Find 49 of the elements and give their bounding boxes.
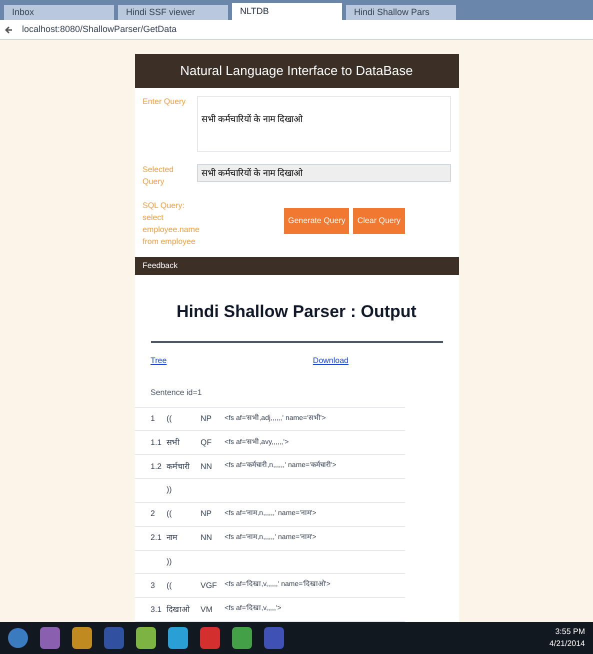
table-cell-text: कर्मचारी bbox=[166, 460, 191, 473]
browser-tab[interactable]: Hindi SSF viewer bbox=[118, 5, 228, 20]
query-input-field[interactable]: सभी कर्मचारियों के नाम दिखाओ bbox=[196, 96, 450, 152]
table-cell-text: NP bbox=[200, 413, 213, 426]
app-title: Natural Language Interface to DataBase bbox=[180, 62, 413, 80]
table-cell-text: 1.2 bbox=[150, 460, 163, 473]
table-cell-text: VM bbox=[200, 604, 214, 616]
browser-tab[interactable]: Hindi Shallow Pars bbox=[346, 5, 456, 20]
start-orb-icon[interactable] bbox=[8, 628, 28, 648]
sql-query-text: SQL Query: select employee.name from employee bbox=[142, 200, 198, 248]
output-link[interactable]: Download bbox=[312, 354, 348, 367]
table-cell-text: (( bbox=[166, 580, 173, 592]
taskbar-app-icon[interactable] bbox=[72, 627, 92, 649]
table-cell-text: NN bbox=[200, 460, 214, 473]
taskbar-app-icon[interactable] bbox=[168, 627, 188, 649]
table-cell-text: (( bbox=[166, 413, 173, 426]
table-cell-text: )) bbox=[166, 484, 173, 496]
output-link[interactable]: Tree bbox=[150, 354, 167, 367]
table-cell-text: 3.1 bbox=[150, 604, 163, 616]
back-arrow-icon[interactable] bbox=[4, 24, 14, 34]
taskbar-app-icon[interactable] bbox=[136, 627, 156, 649]
feedback-title: Feedback bbox=[142, 260, 178, 272]
table-cell-text: NN bbox=[200, 532, 214, 544]
table-cell-text: NP bbox=[200, 508, 213, 520]
taskbar-app-icon[interactable] bbox=[200, 627, 220, 649]
table-cell-text: 1.1 bbox=[150, 436, 163, 449]
table-cell-text: नाम bbox=[166, 532, 178, 544]
output-title: Hindi Shallow Parser : Output bbox=[176, 301, 416, 324]
table-cell-text: (( bbox=[166, 508, 173, 520]
sentence-id: Sentence id=1 bbox=[150, 388, 202, 397]
selected-query-label: Selected Query bbox=[142, 164, 175, 188]
selected-query-dropdown[interactable]: सभी कर्मचारियों के नाम दिखाओ bbox=[196, 164, 450, 182]
table-cell-text: QF bbox=[200, 436, 213, 449]
taskbar-app-icon[interactable] bbox=[40, 627, 60, 649]
table-cell-text: )) bbox=[166, 556, 173, 568]
taskbar-app-icon[interactable] bbox=[232, 627, 252, 649]
table-cell-text: सभी bbox=[166, 436, 181, 449]
clock-date: 4/21/2014 bbox=[549, 638, 585, 650]
address-field[interactable]: localhost:8080/ShallowParser/GetData bbox=[22, 22, 177, 36]
browser-tab[interactable]: Inbox bbox=[4, 5, 114, 20]
query-label: Enter Query bbox=[142, 96, 187, 108]
table-cell-text: 2.1 bbox=[150, 532, 163, 544]
table-cell-text: 1 bbox=[150, 413, 156, 426]
table-cell-text: 3 bbox=[150, 580, 156, 592]
browser-tab[interactable]: NLTDB bbox=[232, 3, 342, 20]
table-cell-text: दिखाओ bbox=[166, 604, 191, 616]
table-cell-text: VGF bbox=[200, 580, 218, 592]
clock-time: 3:55 PM bbox=[555, 626, 585, 638]
table-cell-text: 2 bbox=[150, 508, 156, 520]
